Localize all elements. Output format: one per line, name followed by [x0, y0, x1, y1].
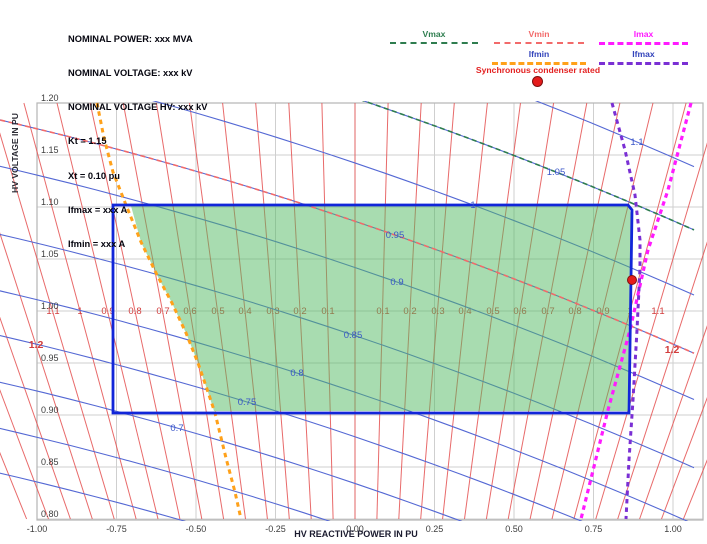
svg-text:1.10: 1.10: [41, 197, 59, 207]
capability-chart-page: 1.110.90.80.70.60.50.40.30.20.10.10.20.3…: [0, 0, 707, 544]
svg-text:0.75: 0.75: [238, 397, 257, 408]
legend-item-imax: Imax: [599, 29, 688, 45]
info-line: Ifmin = xxx A: [68, 239, 207, 250]
svg-text:1: 1: [470, 200, 475, 211]
svg-text:1.05: 1.05: [547, 167, 566, 178]
info-line: Xt = 0.10 pu: [68, 171, 207, 182]
svg-text:1: 1: [77, 306, 82, 317]
legend-label: Vmin: [494, 29, 584, 39]
legend-item-rated-label: Synchronous condenser rated: [452, 65, 624, 75]
info-line: Kt = 1.15: [68, 136, 207, 147]
svg-text:0.95: 0.95: [41, 353, 59, 363]
svg-text:1.2: 1.2: [665, 344, 680, 356]
svg-text:1.00: 1.00: [664, 524, 682, 534]
svg-text:1.00: 1.00: [41, 301, 59, 311]
svg-text:-1.00: -1.00: [27, 524, 48, 534]
legend: Vmax Vmin Imax Ifmin Ifmax Synchronous c…: [0, 0, 707, 95]
legend-item-vmax: Vmax: [390, 29, 478, 44]
svg-text:0.8: 0.8: [128, 306, 141, 317]
legend-item-ifmin: Ifmin: [492, 49, 586, 65]
svg-text:1.1: 1.1: [630, 137, 643, 148]
rated-point-legend-dot: [532, 76, 543, 87]
svg-text:-0.50: -0.50: [186, 524, 207, 534]
svg-text:0.85: 0.85: [41, 457, 59, 467]
svg-text:1.1: 1.1: [651, 306, 664, 317]
svg-text:0.50: 0.50: [505, 524, 523, 534]
legend-label: Vmax: [390, 29, 478, 39]
legend-label: Imax: [599, 29, 688, 39]
info-line: Ifmax = xxx A: [68, 205, 207, 216]
svg-text:-0.75: -0.75: [106, 524, 127, 534]
rated-point-marker: [628, 276, 637, 285]
svg-text:0.7: 0.7: [156, 306, 169, 317]
y-tick-labels: 1.201.151.101.051.000.950.900.850.80: [41, 93, 59, 519]
svg-text:0.90: 0.90: [41, 405, 59, 415]
info-line: NOMINAL VOLTAGE HV: xxx kV: [68, 102, 207, 113]
legend-item-vmin: Vmin: [494, 29, 584, 44]
svg-text:0.95: 0.95: [386, 230, 405, 241]
svg-text:1.15: 1.15: [41, 145, 59, 155]
svg-text:0.8: 0.8: [290, 368, 303, 379]
svg-text:1.05: 1.05: [41, 249, 59, 259]
legend-label: Ifmax: [599, 49, 688, 59]
svg-text:1.2: 1.2: [29, 339, 44, 351]
x-axis-title: HV REACTIVE POWER IN PU: [206, 529, 506, 539]
svg-text:0.7: 0.7: [170, 423, 183, 434]
vmin-dash-swatch: [494, 42, 584, 44]
legend-label: Ifmin: [492, 49, 586, 59]
imax-dash-swatch: [599, 42, 688, 45]
svg-text:0.85: 0.85: [344, 330, 363, 341]
svg-text:0.75: 0.75: [585, 524, 603, 534]
vmax-dash-swatch: [390, 42, 478, 44]
svg-text:0.9: 0.9: [390, 277, 403, 288]
y-axis-title: HV VOLTAGE IN PU: [10, 78, 20, 228]
legend-item-ifmax: Ifmax: [599, 49, 688, 65]
svg-text:0.80: 0.80: [41, 509, 59, 519]
